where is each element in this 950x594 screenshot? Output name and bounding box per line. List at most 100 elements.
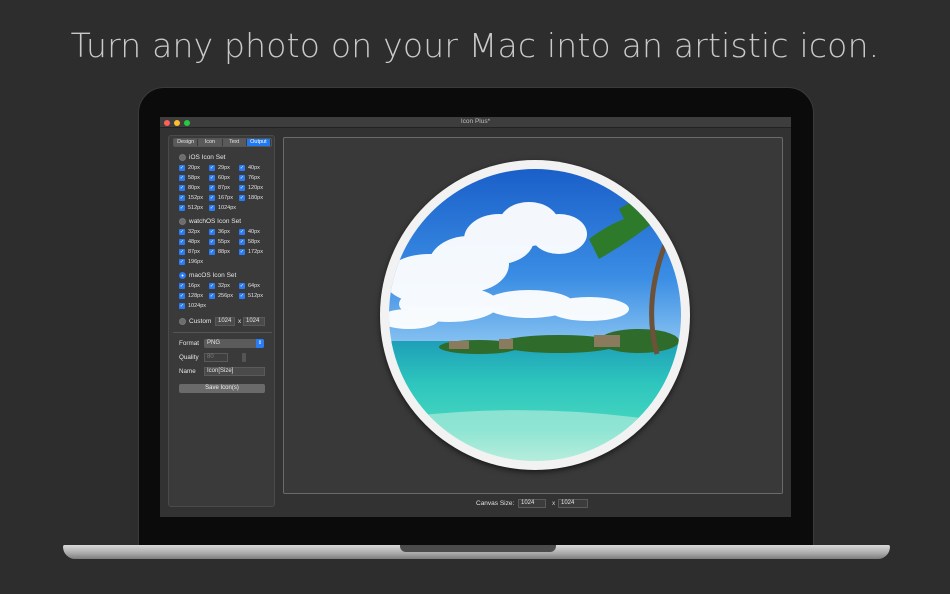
canvas: [283, 137, 783, 494]
watchos-size-checkbox[interactable]: ✓ 87px: [179, 249, 200, 255]
checkmark-icon: ✓: [179, 303, 185, 309]
watchos-icon-set-option[interactable]: watchOS Icon Set: [179, 218, 241, 225]
checkmark-icon: ✓: [239, 249, 245, 255]
tab-text[interactable]: Text: [222, 139, 247, 146]
ios-radio[interactable]: [179, 154, 186, 161]
custom-width-field[interactable]: 1024: [215, 317, 235, 326]
macos-size-checkbox[interactable]: ✓ 256px: [209, 293, 233, 299]
macos-size-checkbox[interactable]: ✓ 32px: [209, 283, 230, 289]
macos-size-label: 32px: [218, 283, 230, 289]
ios-size-checkbox[interactable]: ✓ 80px: [179, 185, 200, 191]
ios-size-checkbox[interactable]: ✓ 1024px: [209, 205, 236, 211]
ios-size-label: 87px: [218, 185, 230, 191]
macos-icon-set-option[interactable]: macOS Icon Set: [179, 272, 236, 279]
titlebar: Icon Plus*: [160, 117, 791, 128]
window-title: Icon Plus*: [460, 118, 491, 125]
ios-size-checkbox[interactable]: ✓ 76px: [239, 175, 260, 181]
custom-x-label: x: [238, 318, 242, 325]
checkmark-icon: ✓: [209, 205, 215, 211]
tab-bar: Design Icon Text Output: [173, 138, 272, 147]
tab-output[interactable]: Output: [246, 139, 271, 146]
format-select[interactable]: PNG ⇕: [204, 339, 264, 348]
watchos-size-label: 40px: [248, 229, 260, 235]
macos-size-checkbox[interactable]: ✓ 1024px: [179, 303, 206, 309]
watchos-size-checkbox[interactable]: ✓ 48px: [179, 239, 200, 245]
custom-height-field[interactable]: 1024: [243, 317, 265, 326]
canvas-size-bar: Canvas Size: 1024 x 1024: [160, 499, 791, 509]
checkmark-icon: ✓: [209, 185, 215, 191]
watchos-size-label: 88px: [218, 249, 230, 255]
watchos-size-checkbox[interactable]: ✓ 196px: [179, 259, 203, 265]
ios-size-checkbox[interactable]: ✓ 40px: [239, 165, 260, 171]
checkmark-icon: ✓: [239, 185, 245, 191]
watchos-size-label: 172px: [248, 249, 263, 255]
checkmark-icon: ✓: [209, 249, 215, 255]
ios-size-label: 40px: [248, 165, 260, 171]
ios-icon-set-option[interactable]: iOS Icon Set: [179, 154, 226, 161]
canvas-size-label: Canvas Size:: [476, 500, 515, 507]
custom-radio[interactable]: [179, 318, 186, 325]
ios-size-label: 60px: [218, 175, 230, 181]
headline: Turn any photo on your Mac into an artis…: [70, 26, 880, 65]
app-window: Icon Plus* Design Icon Text Output iOS I…: [160, 117, 791, 517]
macos-size-checkbox[interactable]: ✓ 64px: [239, 283, 260, 289]
checkmark-icon: ✓: [239, 165, 245, 171]
checkmark-icon: ✓: [239, 175, 245, 181]
quality-field[interactable]: 80: [204, 353, 228, 362]
macos-size-label: 16px: [188, 283, 200, 289]
watchos-size-checkbox[interactable]: ✓ 58px: [239, 239, 260, 245]
checkmark-icon: ✓: [179, 175, 185, 181]
watchos-radio[interactable]: [179, 218, 186, 225]
ios-size-checkbox[interactable]: ✓ 20px: [179, 165, 200, 171]
ios-size-checkbox[interactable]: ✓ 180px: [239, 195, 263, 201]
checkmark-icon: ✓: [209, 293, 215, 299]
macos-size-checkbox[interactable]: ✓ 512px: [239, 293, 263, 299]
ios-size-checkbox[interactable]: ✓ 152px: [179, 195, 203, 201]
watchos-size-label: 87px: [188, 249, 200, 255]
chevron-updown-icon: ⇕: [256, 339, 264, 348]
format-value: PNG: [207, 340, 221, 346]
checkmark-icon: ✓: [209, 283, 215, 289]
checkmark-icon: ✓: [209, 175, 215, 181]
macos-size-checkbox[interactable]: ✓ 16px: [179, 283, 200, 289]
watchos-size-checkbox[interactable]: ✓ 36px: [209, 229, 230, 235]
ios-icon-set-label: iOS Icon Set: [189, 154, 226, 161]
checkmark-icon: ✓: [239, 283, 245, 289]
watchos-size-checkbox[interactable]: ✓ 55px: [209, 239, 230, 245]
watchos-size-checkbox[interactable]: ✓ 88px: [209, 249, 230, 255]
watchos-size-checkbox[interactable]: ✓ 32px: [179, 229, 200, 235]
ios-size-checkbox[interactable]: ✓ 167px: [209, 195, 233, 201]
ios-size-label: 1024px: [218, 205, 237, 211]
checkmark-icon: ✓: [179, 185, 185, 191]
quality-stepper[interactable]: [242, 353, 246, 362]
watchos-size-label: 36px: [218, 229, 230, 235]
ios-size-checkbox[interactable]: ✓ 58px: [179, 175, 200, 181]
tab-icon[interactable]: Icon: [198, 139, 223, 146]
icon-preview[interactable]: [380, 160, 690, 470]
ios-size-checkbox[interactable]: ✓ 87px: [209, 185, 230, 191]
macos-size-label: 128px: [188, 293, 203, 299]
ios-size-label: 80px: [188, 185, 200, 191]
macos-size-label: 64px: [248, 283, 260, 289]
ios-size-checkbox[interactable]: ✓ 120px: [239, 185, 263, 191]
ios-size-checkbox[interactable]: ✓ 512px: [179, 205, 203, 211]
name-field[interactable]: Icon[Size]: [204, 367, 265, 376]
checkmark-icon: ✓: [239, 229, 245, 235]
checkmark-icon: ✓: [209, 239, 215, 245]
ios-size-label: 76px: [248, 175, 260, 181]
macos-size-checkbox[interactable]: ✓ 128px: [179, 293, 203, 299]
ios-size-checkbox[interactable]: ✓ 60px: [209, 175, 230, 181]
watchos-size-checkbox[interactable]: ✓ 172px: [239, 249, 263, 255]
checkmark-icon: ✓: [239, 239, 245, 245]
canvas-width-field[interactable]: 1024: [518, 499, 546, 508]
custom-option[interactable]: Custom: [179, 318, 211, 325]
macos-radio[interactable]: [179, 272, 186, 279]
watchos-size-label: 196px: [188, 259, 203, 265]
ios-size-label: 512px: [188, 205, 203, 211]
tab-design[interactable]: Design: [174, 139, 199, 146]
checkmark-icon: ✓: [179, 165, 185, 171]
ios-size-checkbox[interactable]: ✓ 29px: [209, 165, 230, 171]
watchos-size-checkbox[interactable]: ✓ 40px: [239, 229, 260, 235]
save-icons-button[interactable]: Save Icon(s): [179, 384, 265, 393]
canvas-height-field[interactable]: 1024: [558, 499, 588, 508]
